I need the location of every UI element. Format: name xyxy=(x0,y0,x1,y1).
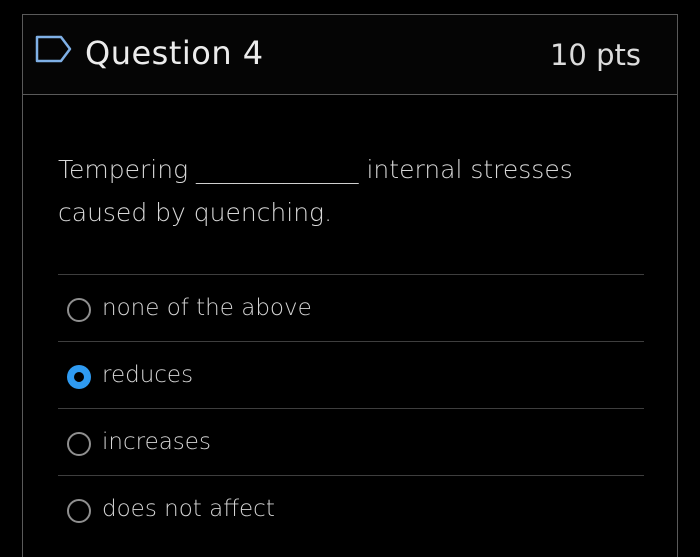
answer-label[interactable]: increases xyxy=(102,425,211,459)
question-header: Question 4 10 pts xyxy=(23,15,677,95)
radio-button[interactable] xyxy=(67,298,91,322)
answer-option[interactable]: does not affect xyxy=(58,475,644,542)
answer-label[interactable]: does not affect xyxy=(102,492,275,526)
answer-list: none of the above reduces increases does… xyxy=(58,274,644,542)
radio-button[interactable] xyxy=(67,499,91,523)
answer-option[interactable]: increases xyxy=(58,408,644,475)
question-blank: _____________ xyxy=(196,155,359,184)
radio-button-selected[interactable] xyxy=(67,365,91,389)
flag-icon[interactable] xyxy=(35,35,73,63)
question-text-before: Tempering xyxy=(58,155,197,184)
answer-option[interactable]: reduces xyxy=(58,341,644,408)
radio-button[interactable] xyxy=(67,432,91,456)
answer-option[interactable]: none of the above xyxy=(58,274,644,341)
answer-label[interactable]: reduces xyxy=(102,358,193,392)
question-card: Question 4 10 pts Tempering ____________… xyxy=(22,14,678,557)
question-title: Question 4 xyxy=(85,34,264,72)
question-text: Tempering _____________ internal stresse… xyxy=(58,148,638,234)
question-points: 10 pts xyxy=(549,38,641,72)
answer-label[interactable]: none of the above xyxy=(102,291,312,325)
